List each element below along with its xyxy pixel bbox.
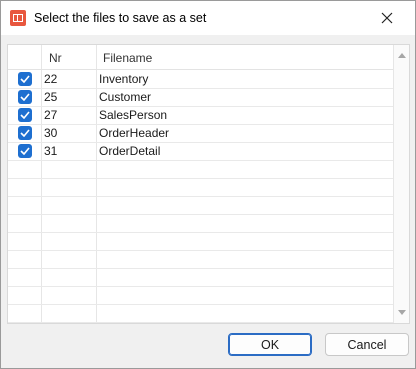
save-set-dialog: Select the files to save as a set Nr Fil…	[0, 0, 416, 369]
table-row[interactable]: 31 OrderDetail	[8, 142, 393, 160]
row-divider	[8, 250, 393, 251]
close-button[interactable]	[374, 7, 400, 29]
cancel-button[interactable]: Cancel	[325, 333, 409, 356]
files-grid[interactable]: Nr Filename 22 Inventory 25 Customer 27 Sales…	[7, 44, 410, 324]
cell-nr: 31	[44, 144, 58, 158]
row-divider	[8, 322, 393, 323]
cell-nr: 30	[44, 126, 58, 140]
vertical-scrollbar[interactable]	[393, 45, 409, 323]
check-icon	[20, 111, 30, 119]
table-row[interactable]: 30 OrderHeader	[8, 124, 393, 142]
dialog-title: Select the files to save as a set	[34, 11, 207, 25]
row-divider	[8, 196, 393, 197]
table-row[interactable]: 22 Inventory	[8, 70, 393, 88]
column-header-filename[interactable]: Filename	[103, 51, 152, 65]
row-divider	[8, 178, 393, 179]
check-icon	[20, 75, 30, 83]
column-header-nr[interactable]: Nr	[49, 51, 62, 65]
cell-filename: Inventory	[99, 72, 149, 86]
row-divider	[8, 304, 393, 305]
row-checkbox[interactable]	[18, 108, 32, 122]
table-row[interactable]: 25 Customer	[8, 88, 393, 106]
table-row[interactable]: 27 SalesPerson	[8, 106, 393, 124]
cell-nr: 27	[44, 108, 58, 122]
row-divider	[8, 160, 393, 161]
row-divider	[8, 232, 393, 233]
row-divider	[8, 214, 393, 215]
check-icon	[20, 129, 30, 137]
cell-filename: OrderDetail	[99, 144, 161, 158]
cell-filename: SalesPerson	[99, 108, 168, 122]
close-icon	[381, 12, 393, 24]
row-checkbox[interactable]	[18, 90, 32, 104]
cell-filename: Customer	[99, 90, 152, 104]
row-divider	[8, 268, 393, 269]
row-checkbox[interactable]	[18, 126, 32, 140]
grid-header: Nr Filename	[8, 45, 393, 70]
row-checkbox[interactable]	[18, 144, 32, 158]
check-icon	[20, 93, 30, 101]
title-bar: Select the files to save as a set	[1, 1, 415, 35]
row-divider	[8, 286, 393, 287]
scroll-down-arrow-icon[interactable]	[398, 310, 406, 316]
scroll-up-arrow-icon[interactable]	[398, 52, 406, 58]
cell-nr: 22	[44, 72, 58, 86]
ok-button[interactable]: OK	[228, 333, 312, 356]
check-icon	[20, 147, 30, 155]
cell-nr: 25	[44, 90, 58, 104]
row-checkbox[interactable]	[18, 72, 32, 86]
cell-filename: OrderHeader	[99, 126, 170, 140]
app-table-icon	[10, 10, 26, 26]
